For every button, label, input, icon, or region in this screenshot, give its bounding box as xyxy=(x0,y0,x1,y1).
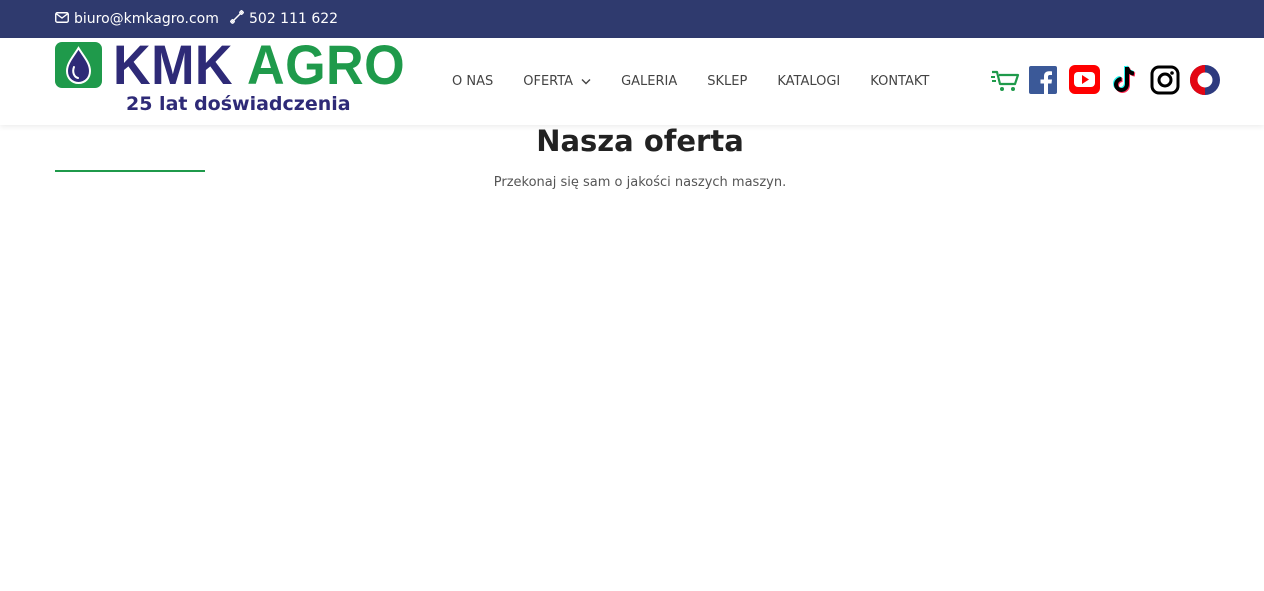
nav-item-o-nas[interactable]: O NAS xyxy=(452,74,493,89)
nav-item-oferta[interactable]: OFERTA xyxy=(523,74,591,89)
envelope-icon xyxy=(55,11,74,27)
logo-kmk-text: KMK xyxy=(113,33,233,96)
logo-agro-text: AGRO xyxy=(247,33,406,96)
water-drop-icon xyxy=(55,42,102,88)
facebook-icon[interactable] xyxy=(1029,64,1061,96)
circle-brand-icon[interactable] xyxy=(1189,64,1221,96)
email-text: biuro@kmkagro.com xyxy=(74,11,219,27)
site-header: KMK AGRO 25 lat doświadczenia O NAS OFER… xyxy=(0,34,1264,125)
logo-tagline: 25 lat doświadczenia xyxy=(126,93,351,115)
nav-label: GALERIA xyxy=(621,74,678,89)
tiktok-icon[interactable] xyxy=(1109,64,1141,96)
instagram-icon[interactable] xyxy=(1150,64,1182,96)
nav-item-katalogi[interactable]: KATALOGI xyxy=(777,74,840,89)
site-logo[interactable]: KMK AGRO 25 lat doświadczenia xyxy=(55,34,405,120)
page-title: Nasza oferta xyxy=(536,124,744,158)
nav-label: SKLEP xyxy=(707,74,748,89)
nav-item-galeria[interactable]: GALERIA xyxy=(621,74,677,89)
main-navigation: O NAS OFERTA GALERIA SKLEP KATALOGI KONT… xyxy=(452,38,959,125)
cart-icon[interactable] xyxy=(990,64,1022,96)
nav-label: KATALOGI xyxy=(777,74,841,89)
chevron-down-icon xyxy=(581,74,591,89)
youtube-icon[interactable] xyxy=(1069,64,1101,96)
nav-item-sklep[interactable]: SKLEP xyxy=(707,74,747,89)
nav-label: KONTAKT xyxy=(870,74,930,89)
nav-item-kontakt[interactable]: KONTAKT xyxy=(870,74,929,89)
nav-label: O NAS xyxy=(452,74,494,89)
page-subtitle: Przekonaj się sam o jakości naszych masz… xyxy=(493,175,787,190)
phone-icon xyxy=(230,10,249,28)
nav-label: OFERTA xyxy=(523,74,574,89)
phone-text: 502 111 622 xyxy=(249,11,339,27)
section-divider xyxy=(55,170,205,172)
